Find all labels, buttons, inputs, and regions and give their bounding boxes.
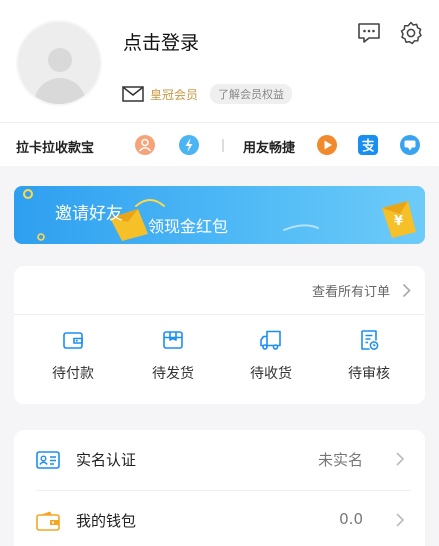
order-pending-payment[interactable]: 待付款 [29, 328, 117, 383]
invite-banner[interactable]: 邀请好友 领现金红包 ¥ [14, 186, 425, 244]
chevron-right-icon [396, 452, 405, 466]
lightning-icon[interactable] [178, 134, 200, 156]
chevron-right-icon [396, 513, 405, 527]
banner-reward-text: 领现金红包 [148, 217, 229, 236]
mail-icon [122, 86, 144, 102]
member-benefits-chip[interactable]: 了解会员权益 [210, 84, 293, 104]
my-wallet-row[interactable]: 我的钱包 0.0 [14, 491, 425, 546]
package-icon [163, 331, 183, 349]
order-pending-payment-label: 待付款 [52, 366, 94, 382]
view-all-orders-link[interactable]: 查看所有订单 [312, 281, 411, 300]
alipay-icon[interactable] [357, 134, 379, 156]
account-card: 实名认证 未实名 我的钱包 0.0 [14, 430, 425, 546]
order-pending-shipment[interactable]: 待发货 [129, 328, 217, 383]
avatar-body-shape [34, 78, 86, 104]
banner-coin-symbol: ¥ [394, 214, 404, 229]
avatar[interactable] [16, 20, 102, 106]
order-pending-review[interactable]: 待审核 [325, 328, 413, 383]
order-pending-receipt[interactable]: 待收货 [227, 328, 315, 383]
real-name-auth-value: 未实名 [317, 451, 363, 469]
real-name-auth-label: 实名认证 [76, 451, 137, 469]
avatar-head-shape [48, 48, 72, 72]
wallet-icon [63, 332, 83, 349]
view-all-orders-label: 查看所有订单 [311, 285, 390, 300]
review-icon [361, 330, 379, 350]
banner-invite-text: 邀请好友 [55, 204, 123, 224]
orders-divider [14, 314, 425, 315]
login-link[interactable]: 点击登录 [123, 28, 199, 55]
orders-card: 查看所有订单 待付款 待发货 待收货 待审核 [14, 266, 425, 404]
lakala-service-label[interactable]: 拉卡拉收款宝 [16, 137, 94, 156]
crown-member-label[interactable]: 皇冠会员 [150, 86, 198, 103]
play-icon[interactable] [316, 134, 338, 156]
yonyou-service-label[interactable]: 用友畅捷 [243, 137, 295, 156]
truck-icon [260, 330, 281, 350]
id-card-icon [36, 451, 60, 469]
real-name-auth-row[interactable]: 实名认证 未实名 [14, 430, 425, 491]
settings-icon[interactable] [398, 20, 424, 46]
wallet-fill-icon [36, 511, 60, 531]
service-strip: 拉卡拉收款宝 用友畅捷 [0, 122, 439, 166]
user-service-icon[interactable] [134, 134, 156, 156]
chat-bubble-icon[interactable] [399, 134, 421, 156]
profile-header: 点击登录 皇冠会员 了解会员权益 [0, 0, 439, 122]
my-wallet-balance: 0.0 [339, 510, 363, 528]
order-pending-shipment-label: 待发货 [152, 366, 194, 382]
order-pending-receipt-label: 待收货 [250, 366, 292, 382]
service-divider [222, 139, 224, 152]
member-row: 皇冠会员 了解会员权益 [122, 84, 293, 104]
my-wallet-label: 我的钱包 [76, 512, 137, 530]
order-pending-review-label: 待审核 [348, 366, 390, 382]
message-icon[interactable] [356, 20, 382, 46]
chevron-right-icon [402, 283, 411, 298]
